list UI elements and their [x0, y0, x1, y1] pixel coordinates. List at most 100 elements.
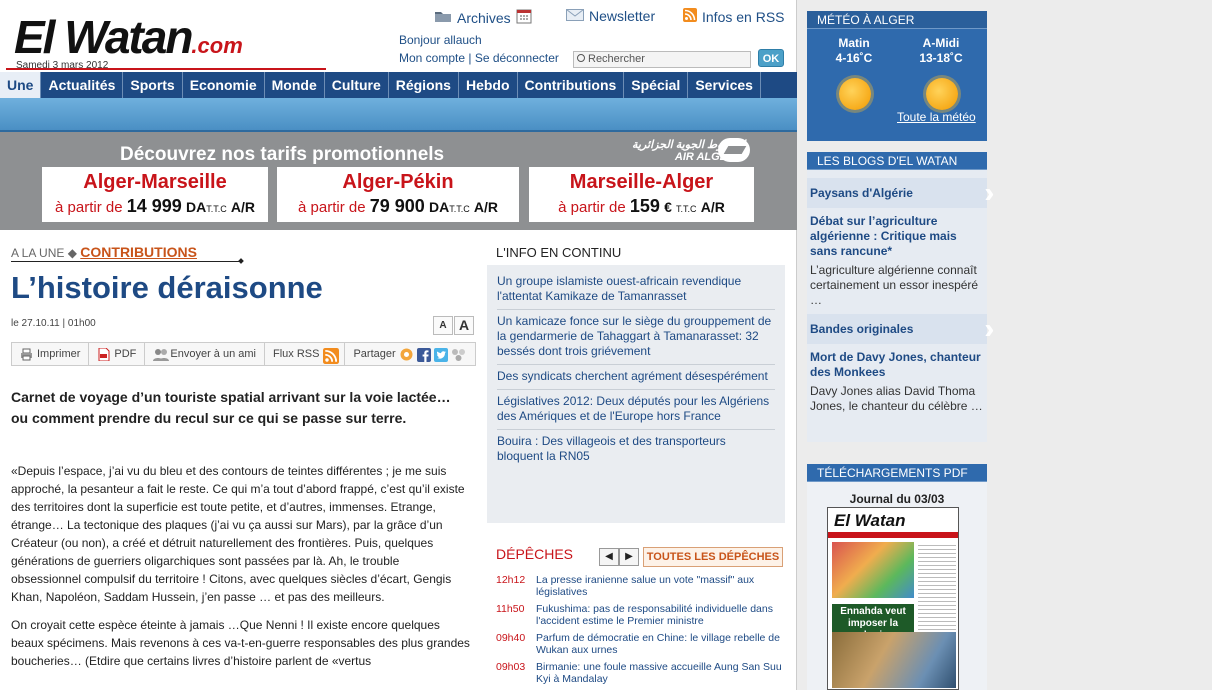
depeche-item[interactable]: 09h40 Parfum de démocratie en Chine: le v…: [496, 632, 786, 656]
menu-item-culture[interactable]: Culture: [325, 72, 389, 98]
meteo-link[interactable]: Toute la météo: [897, 110, 976, 124]
menu-item-special[interactable]: Spécial: [624, 72, 689, 98]
depeche-item[interactable]: 11h50 Fukushima: pas de responsabilité in…: [496, 603, 786, 627]
send-to-friend-button[interactable]: Envoyer à un ami: [145, 343, 265, 365]
depeches-heading: DÉPÊCHES: [496, 546, 574, 562]
users-icon: [153, 348, 170, 361]
info-item[interactable]: Bouira : Des villageois et des transport…: [497, 430, 775, 469]
pdf-heading: TÉLÉCHARGEMENTS PDF: [807, 464, 987, 482]
offer-prefix: à partir de: [298, 199, 366, 216]
menu-item-une[interactable]: Une: [0, 72, 42, 98]
rss-link[interactable]: Infos en RSS: [683, 8, 785, 25]
offer-ar: A/R: [700, 199, 725, 215]
pdf-icon: [97, 347, 110, 361]
menu-item-monde[interactable]: Monde: [265, 72, 325, 98]
blog-post-excerpt: L’agriculture algérienne connaît certain…: [810, 263, 979, 307]
info-item[interactable]: Un kamicaze fonce sur le siège du groupp…: [497, 310, 775, 365]
article-paragraph: On croyait cette espèce éteinte à jamais…: [11, 618, 470, 668]
breadcrumb: A LA UNE ◆ CONTRIBUTIONS: [11, 244, 197, 260]
all-depeches-button[interactable]: TOUTES LES DÉPÊCHES: [643, 547, 783, 567]
pdf-label: PDF: [114, 348, 137, 360]
main-menu: Une Actualités Sports Economie Monde Cul…: [0, 72, 797, 98]
depeche-time: 11h50: [496, 603, 525, 615]
breadcrumb-section[interactable]: CONTRIBUTIONS: [80, 244, 197, 260]
article-paragraph: «Depuis l’espace, j’ai vu du bleu et des…: [11, 464, 465, 604]
blog-name: Bandes originales: [810, 322, 914, 336]
offer-currency: DA: [428, 199, 450, 215]
blog-post-title[interactable]: Débat sur l’agriculture algérienne : Cri…: [807, 208, 987, 259]
offer-amount: 159: [629, 196, 660, 216]
breadcrumb-prefix: A LA UNE: [11, 246, 65, 260]
archives-link[interactable]: Archives: [434, 8, 532, 27]
depeches-pager: ◀ ▶: [599, 548, 639, 566]
depeche-text: Parfum de démocratie en Chine: le villag…: [536, 632, 780, 656]
newspaper-name: El Watan: [834, 511, 906, 530]
offer-currency: €: [664, 199, 672, 215]
article-toolbar: Imprimer PDF Envoyer à un ami Flux RSS P…: [11, 342, 476, 366]
depeches-prev-button[interactable]: ◀: [599, 548, 619, 566]
blog-section[interactable]: Paysans d'Algérie ››: [807, 178, 995, 208]
journal-date: Journal du 03/03: [849, 492, 945, 506]
air-algerie-logo-icon: [718, 138, 750, 162]
account-links[interactable]: Mon compte | Se déconnecter: [399, 51, 559, 65]
info-continu-list: Un groupe islamiste ouest-africain reven…: [487, 265, 785, 523]
offer-ttc: T.T.C: [449, 204, 470, 214]
blogs-widget: LES BLOGS D'EL WATAN Paysans d'Algérie ›…: [807, 152, 995, 442]
offer-marseille-alger[interactable]: Marseille-Alger à partir de 159 € T.T.C …: [529, 167, 754, 222]
menu-item-hebdo[interactable]: Hebdo: [459, 72, 518, 98]
depeche-text: Fukushima: pas de responsabilité individ…: [536, 603, 773, 627]
blog-post-excerpt: Davy Jones alias David Thoma Jones, le c…: [810, 384, 983, 413]
info-item[interactable]: Des syndicats cherchent agrément désespé…: [497, 365, 775, 390]
menu-item-regions[interactable]: Régions: [389, 72, 459, 98]
offer-ar: A/R: [230, 199, 255, 215]
offer-route: Marseille-Alger: [569, 171, 714, 193]
print-button[interactable]: Imprimer: [12, 343, 90, 365]
offer-ttc: T.T.C: [676, 204, 697, 214]
depeches-next-button[interactable]: ▶: [619, 548, 639, 566]
site-logo[interactable]: El Watan.com Samedi 3 mars 2012: [6, 6, 328, 72]
air-algerie-banner[interactable]: Découvrez nos tarifs promotionnels الخطو…: [0, 132, 797, 230]
search-ok-button[interactable]: OK: [758, 49, 784, 67]
cover-photo: [832, 632, 956, 688]
meteo-afternoon-temp: 13-18˚C: [919, 51, 963, 65]
calendar-icon: [516, 8, 532, 27]
menu-item-contributions[interactable]: Contributions: [518, 72, 625, 98]
font-increase-button[interactable]: A: [454, 316, 474, 335]
font-decrease-button[interactable]: A: [433, 316, 453, 335]
offer-alger-pekin[interactable]: Alger-Pékin à partir de 79 900 DAT.T.C A…: [277, 167, 519, 222]
rss-icon: [683, 8, 697, 25]
newsletter-link[interactable]: Newsletter: [566, 8, 655, 24]
info-item[interactable]: Un groupe islamiste ouest-africain reven…: [497, 270, 775, 310]
info-item[interactable]: Législatives 2012: Deux députés pour les…: [497, 390, 775, 430]
newspaper-cover[interactable]: El Watan Ennahda veut imposer la charia: [827, 507, 959, 690]
menu-item-sports[interactable]: Sports: [123, 72, 183, 98]
search-input[interactable]: Rechercher: [573, 51, 751, 68]
offer-ttc: T.T.C: [206, 204, 227, 214]
twitter-icon[interactable]: [433, 347, 448, 362]
depeche-item[interactable]: 12h12 La presse iranienne salue un vote "…: [496, 574, 786, 598]
archives-label: Archives: [457, 9, 511, 26]
offer-alger-marseille[interactable]: Alger-Marseille à partir de 14 999 DAT.T…: [42, 167, 268, 222]
menu-item-economie[interactable]: Economie: [183, 72, 265, 98]
menu-item-actualites[interactable]: Actualités: [41, 72, 124, 98]
banner-title: Découvrez nos tarifs promotionnels: [120, 144, 445, 165]
blog-name: Paysans d'Algérie: [810, 186, 913, 200]
menu-item-services[interactable]: Services: [688, 72, 761, 98]
blog-post-title[interactable]: Mort de Davy Jones, chanteur des Monkees: [807, 344, 987, 380]
facebook-icon[interactable]: [416, 347, 431, 362]
blogs-heading: LES BLOGS D'EL WATAN: [807, 152, 987, 170]
rss-feed-button[interactable]: Flux RSS: [265, 343, 346, 365]
info-continu-heading: L'INFO EN CONTINU: [496, 245, 622, 260]
newsletter-label: Newsletter: [589, 8, 656, 24]
depeche-time: 09h40: [496, 632, 526, 644]
printer-icon: [20, 348, 33, 361]
share-icon[interactable]: [400, 348, 413, 361]
depeche-item[interactable]: 09h03 Birmanie: une foule massive accueil…: [496, 661, 786, 685]
sun-icon: [926, 78, 958, 110]
more-share-icon[interactable]: [451, 348, 465, 361]
depeche-text: Birmanie: une foule massive accueille Au…: [536, 661, 782, 685]
folder-icon: [434, 9, 452, 26]
blog-section[interactable]: Bandes originales ››: [807, 314, 995, 344]
cover-strip: [828, 532, 958, 538]
pdf-button[interactable]: PDF: [89, 343, 146, 365]
